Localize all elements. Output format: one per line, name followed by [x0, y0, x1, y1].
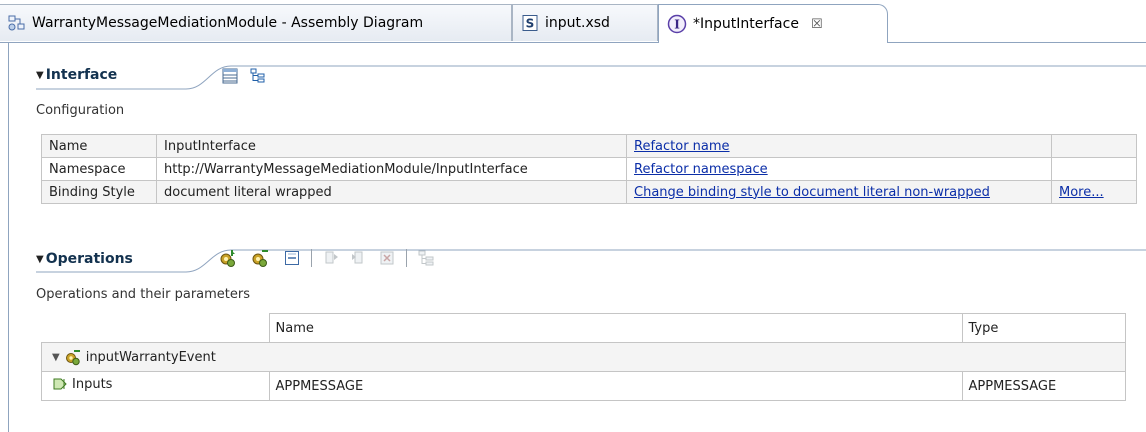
empty-cell: [1051, 157, 1137, 181]
row-label: Name: [41, 134, 157, 158]
tab-label: WarrantyMessageMediationModule - Assembl…: [32, 15, 424, 31]
row-value[interactable]: http://WarrantyMessageMediationModule/In…: [156, 157, 627, 181]
more-link[interactable]: More...: [1059, 185, 1104, 200]
refactor-namespace-link[interactable]: Refactor namespace: [634, 162, 768, 177]
row-label: Binding Style: [41, 180, 157, 204]
row-value[interactable]: document literal wrapped: [156, 180, 627, 204]
assembly-diagram-icon: [8, 14, 26, 32]
close-icon[interactable]: ☒: [811, 17, 823, 32]
row-label: Namespace: [41, 157, 157, 181]
table-row: Binding Style document literal wrapped C…: [41, 180, 1137, 204]
interface-i-icon: I: [667, 14, 687, 34]
add-request-response-operation-icon[interactable]: [217, 247, 239, 269]
input-type-cell[interactable]: APPMESSAGE: [961, 371, 1126, 401]
operation-icon: [64, 348, 82, 366]
empty-header-cell: [41, 313, 270, 343]
table-row: Namespace http://WarrantyMessageMediatio…: [41, 157, 1137, 181]
operations-table: Name Type ▼ inputWarrantyEvent Inputs AP…: [41, 313, 1126, 401]
svg-text:S: S: [526, 17, 535, 31]
tab-label: *InputInterface: [693, 16, 799, 32]
tab-assembly-diagram[interactable]: WarrantyMessageMediationModule - Assembl…: [0, 4, 512, 41]
input-label: Inputs: [72, 376, 113, 392]
toolbar-separator: [311, 249, 312, 267]
operation-row[interactable]: ▼ inputWarrantyEvent: [41, 342, 1126, 372]
editor-tab-bar: WarrantyMessageMediationModule - Assembl…: [0, 0, 1146, 43]
add-output-icon[interactable]: [348, 247, 370, 269]
empty-cell: [1051, 134, 1137, 158]
input-arrow-icon: [52, 376, 68, 392]
change-binding-style-link[interactable]: Change binding style to document literal…: [634, 185, 990, 200]
tab-label: input.xsd: [545, 15, 610, 31]
row-value[interactable]: InputInterface: [156, 134, 627, 158]
add-one-way-operation-icon[interactable]: [249, 247, 271, 269]
table-row: Name InputInterface Refactor name: [41, 134, 1137, 158]
interface-section-description: Configuration: [36, 103, 125, 118]
show-in-tree-icon[interactable]: [415, 247, 437, 269]
operation-name: inputWarrantyEvent: [85, 349, 216, 365]
table-view-icon[interactable]: [219, 65, 241, 87]
svg-text:I: I: [674, 18, 680, 32]
toolbar-separator: [406, 249, 407, 267]
input-name-cell[interactable]: APPMESSAGE: [268, 371, 963, 401]
operations-section-description: Operations and their parameters: [36, 287, 251, 302]
tab-input-xsd[interactable]: S input.xsd: [512, 4, 658, 41]
column-header-name[interactable]: Name: [268, 313, 963, 343]
operations-section-divider: [36, 249, 1146, 273]
interface-section-divider: [36, 65, 1146, 90]
expand-triangle-icon[interactable]: ▼: [52, 352, 60, 363]
tab-input-interface[interactable]: I *InputInterface ☒: [658, 4, 888, 43]
add-input-icon[interactable]: [320, 247, 342, 269]
table-header-row: Name Type: [41, 313, 1126, 343]
refactor-name-link[interactable]: Refactor name: [634, 139, 730, 154]
input-row[interactable]: Inputs APPMESSAGE APPMESSAGE: [41, 371, 1126, 401]
interface-configuration-table: Name InputInterface Refactor name Namesp…: [41, 134, 1137, 204]
schema-s-icon: S: [521, 14, 539, 32]
column-header-type[interactable]: Type: [961, 313, 1126, 343]
add-fault-icon[interactable]: [376, 247, 398, 269]
collapse-all-icon[interactable]: [281, 247, 303, 269]
tree-view-icon[interactable]: [247, 65, 269, 87]
